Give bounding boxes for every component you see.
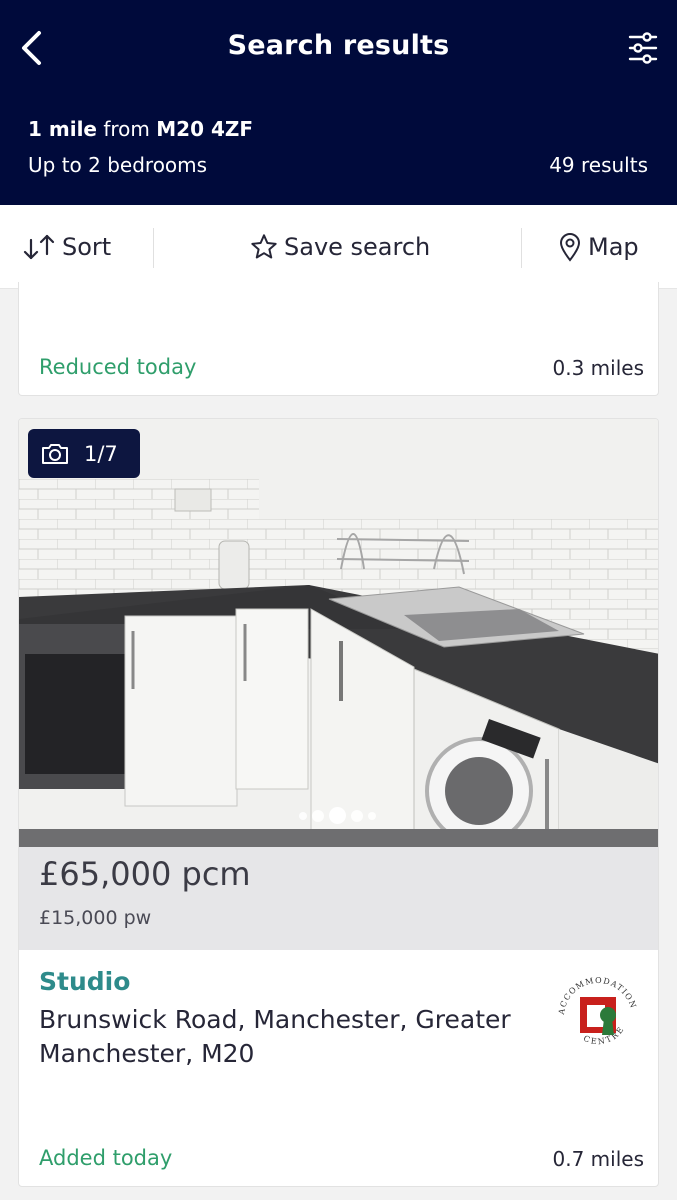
radius-value: 1 mile [28,117,97,141]
pager-dot-active [329,807,346,824]
listing-price: £65,000 pcm [39,855,251,893]
save-search-button[interactable]: Save search [250,205,430,289]
kitchen-photo [19,419,658,847]
postcode-value: M20 4ZF [156,117,254,141]
sort-label: Sort [62,233,112,261]
listing-address: Brunswick Road, Manchester, Greater Manc… [39,1005,511,1068]
toolbar-divider [153,228,154,268]
filter-button[interactable] [623,28,663,68]
photo-pager[interactable] [299,807,376,824]
listing-photo[interactable]: 1/7 [19,419,658,847]
listing-price-weekly: £15,000 pw [39,907,152,929]
results-count: 49 results [549,153,648,177]
listing-card[interactable]: 1/7 £65,000 pcm £15,000 pw Studio Brunsw… [18,418,659,1187]
map-button[interactable]: Map [558,205,639,289]
pager-dot [368,811,376,820]
sliders-icon [628,32,658,64]
pager-dot [351,809,363,822]
search-criteria-location: 1 mile from M20 4ZF [28,117,253,141]
pager-dot [299,811,307,820]
map-pin-icon [559,233,581,262]
page-title: Search results [227,30,450,61]
sort-button[interactable]: Sort [22,205,111,289]
save-search-label: Save search [284,233,431,261]
price-band: £65,000 pcm £15,000 pw [19,847,658,950]
camera-icon [42,443,68,464]
sort-arrows-icon [23,234,55,260]
listing-card[interactable]: Reduced today 0.3 miles [18,282,659,396]
listing-distance: 0.7 miles [552,1147,644,1171]
map-label: Map [588,233,639,261]
results-toolbar: Sort Save search Map [0,205,677,289]
star-outline-icon [251,234,277,259]
pager-dot [312,809,324,822]
listing-status: Reduced today [39,355,197,379]
search-criteria-bedrooms: Up to 2 bedrooms [28,153,208,177]
photo-counter-text: 1/7 [84,441,118,466]
from-word: from [103,117,150,141]
property-type: Studio [39,967,131,996]
listing-status: Added today [39,1146,173,1170]
toolbar-divider [521,228,522,268]
agent-logo[interactable]: ACCOMMODATION CENTRE [550,967,646,1063]
app-header: Search results 1 mile from M20 4ZF Up to… [0,0,677,205]
accommodation-centre-logo: ACCOMMODATION CENTRE [557,976,637,1046]
listing-distance: 0.3 miles [552,356,644,380]
photo-counter[interactable]: 1/7 [28,429,140,478]
